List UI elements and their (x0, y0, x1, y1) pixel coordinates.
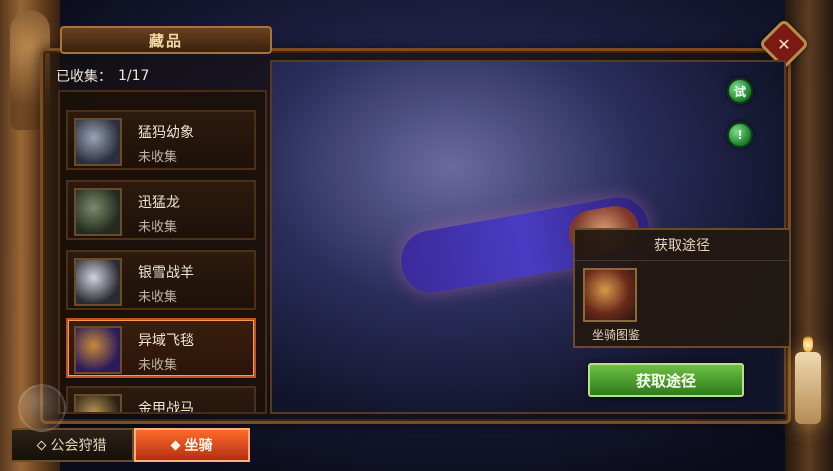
mount-thumbnail-icon (74, 258, 122, 306)
close-icon: ✕ (777, 34, 791, 54)
tab-mounts[interactable]: 坐骑 (134, 428, 250, 462)
mount-name: 异域飞毯 (138, 333, 194, 349)
info-icon: ! (737, 128, 743, 142)
acquire-popup-title: 获取途径 (575, 230, 789, 261)
mount-thumbnail-icon (74, 188, 122, 236)
acquire-button[interactable]: 获取途径 (588, 363, 744, 397)
list-item-war-ram[interactable]: 银雪战羊 未收集 (66, 250, 256, 310)
mount-status: 未收集 (138, 290, 178, 305)
tab-guild-hunt[interactable]: 公会狩猎 (10, 428, 134, 462)
acquire-item-label: 坐骑图鉴 (591, 328, 640, 342)
mount-name: 金甲战马 (138, 401, 194, 414)
acquire-popup: 获取途径 坐骑图鉴 (573, 228, 791, 348)
diamond-icon (170, 440, 180, 450)
window-title-text: 藏品 (148, 31, 183, 50)
window-title: 藏品 (60, 26, 272, 54)
list-item-mammoth[interactable]: 猛犸幼象 未收集 (66, 110, 256, 170)
tab-label: 坐骑 (184, 438, 213, 454)
mount-name: 迅猛龙 (138, 195, 180, 211)
mount-name: 银雪战羊 (138, 265, 194, 281)
virtual-joystick[interactable] (18, 384, 66, 432)
mount-name: 猛犸幼象 (138, 125, 194, 141)
collected-label: 已收集： (56, 69, 112, 85)
mount-list-panel[interactable]: 猛犸幼象 未收集 迅猛龙 未收集 银雪战羊 未收集 异域飞毯 未收集 金甲战马 (58, 90, 267, 414)
collected-progress: 已收集： 1/17 (56, 66, 149, 86)
mount-status: 未收集 (138, 220, 178, 235)
list-item-flying-carpet[interactable]: 异域飞毯 未收集 (66, 318, 256, 378)
mount-status: 未收集 (138, 150, 178, 165)
diamond-icon (36, 440, 46, 450)
mount-thumbnail-icon (74, 118, 122, 166)
try-icon: 试 (733, 84, 746, 99)
info-button[interactable]: ! (727, 122, 753, 148)
bottom-tabs: 公会狩猎 坐骑 (10, 428, 610, 462)
mount-thumbnail-icon (74, 394, 122, 412)
candle-icon (795, 334, 821, 424)
list-item-armored-horse[interactable]: 金甲战马 (66, 386, 256, 414)
mount-thumbnail-icon (74, 326, 122, 374)
tab-label: 公会狩猎 (50, 438, 107, 454)
collected-count: 1/17 (118, 68, 150, 84)
list-item-raptor[interactable]: 迅猛龙 未收集 (66, 180, 256, 240)
acquire-button-label: 获取途径 (635, 371, 696, 390)
book-icon[interactable] (583, 268, 637, 322)
try-button[interactable]: 试 (727, 78, 753, 104)
mount-status: 未收集 (138, 358, 178, 373)
